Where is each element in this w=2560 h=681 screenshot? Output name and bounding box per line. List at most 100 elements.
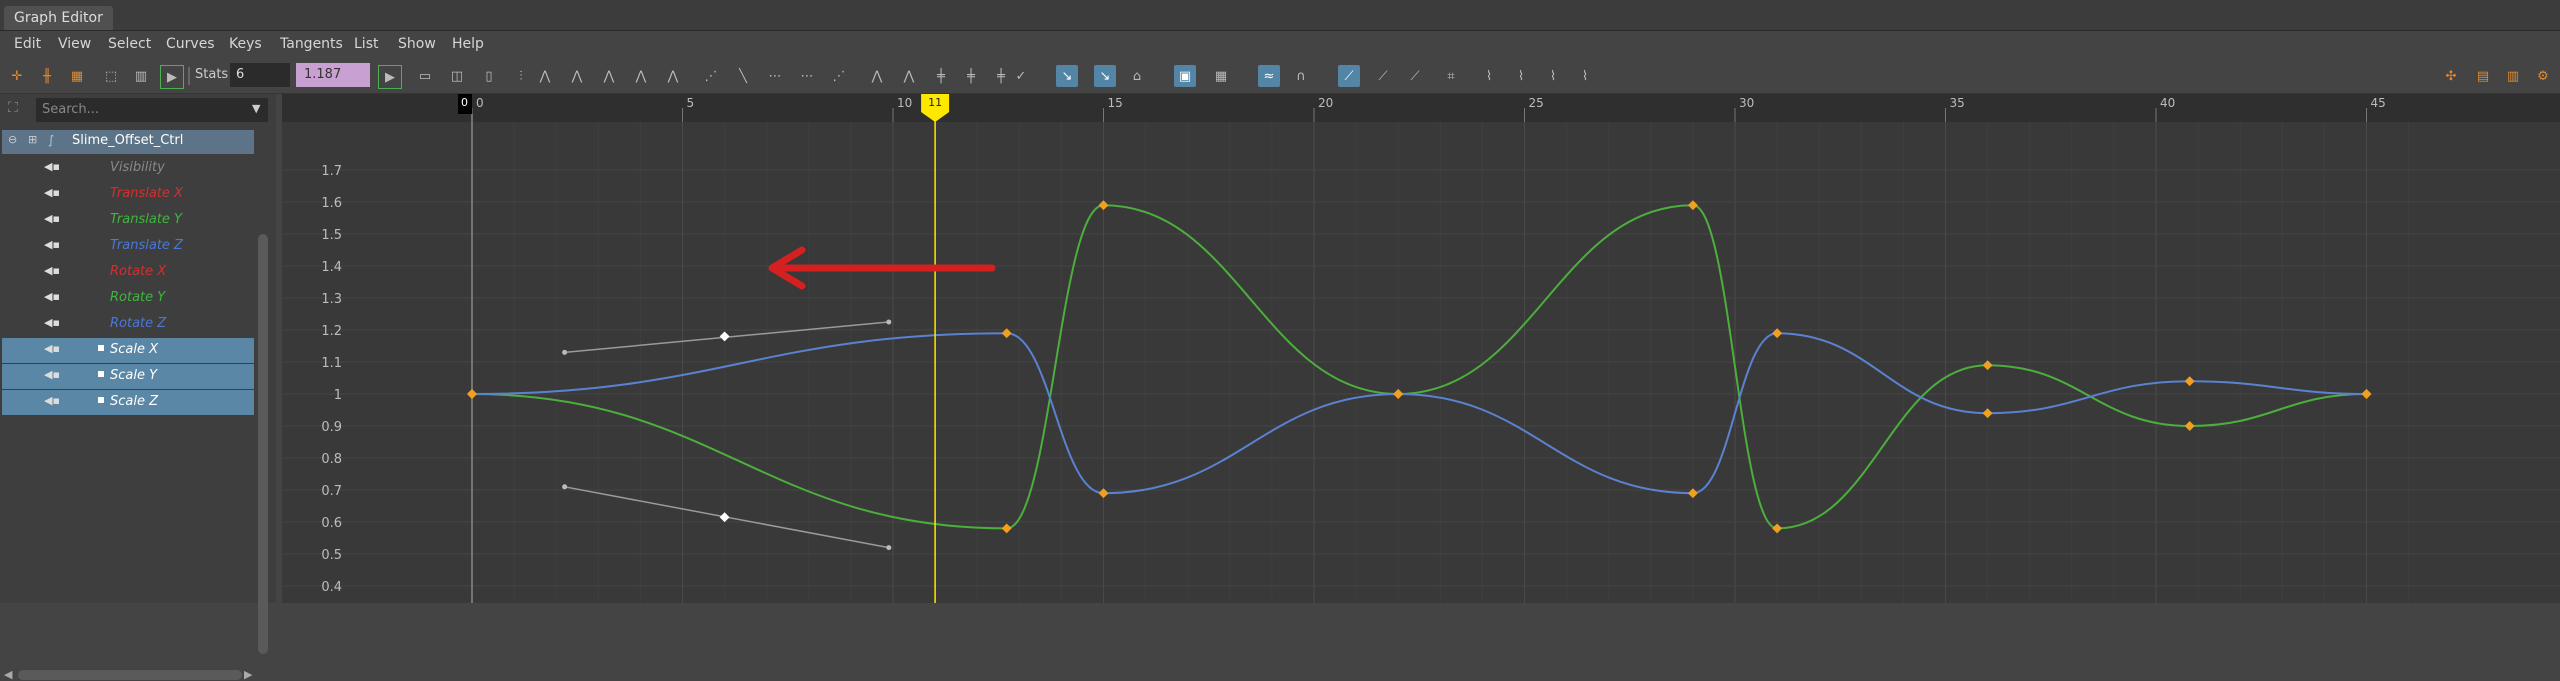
- search-dropdown-icon[interactable]: ▼: [252, 102, 260, 115]
- tangent-clamped-icon[interactable]: ⋀: [598, 65, 620, 87]
- key-channel-icon: ◀▪: [44, 394, 60, 407]
- outliner-icon[interactable]: ▤: [2472, 65, 2494, 87]
- play-icon[interactable]: ▶: [160, 65, 184, 89]
- menu-curves[interactable]: Curves: [166, 36, 215, 52]
- menu-keys[interactable]: Keys: [229, 36, 262, 52]
- key-channel-icon: ◀▪: [44, 316, 60, 329]
- key-value-field[interactable]: 1.187: [296, 63, 370, 87]
- attribute-row[interactable]: ◀▪ Rotate Z: [2, 312, 254, 337]
- tangent-plateau-icon[interactable]: ╲: [732, 65, 754, 87]
- keyframe: [467, 389, 477, 399]
- frame-selection-icon[interactable]: ◫: [446, 65, 468, 87]
- retime-icon[interactable]: ▥: [130, 65, 152, 87]
- select-curve-icon[interactable]: ⟋: [1338, 65, 1360, 87]
- attribute-row[interactable]: ◀▪ Visibility: [2, 156, 254, 181]
- time-snap-icon[interactable]: ╪: [930, 65, 952, 87]
- tangent-step-icon[interactable]: ⋰: [700, 65, 722, 87]
- graph-view[interactable]: 1.7 1.6 1.5 1.4 1.3 1.2 1.1 1 0.9 0.8 0.7 0.6 0.5 0.4…: [282, 94, 2560, 603]
- search-input[interactable]: Search...: [36, 98, 268, 122]
- attribute-row[interactable]: ◀▪ Scale Y: [2, 364, 254, 389]
- region-icon[interactable]: ⬚: [100, 65, 122, 87]
- keyframe: [1001, 523, 1012, 534]
- value-tick-label: 1.1: [321, 356, 342, 371]
- magnet-icon[interactable]: ∩: [1290, 65, 1312, 87]
- auto-tangent-icon[interactable]: ⋀: [866, 65, 888, 87]
- buffer-icon[interactable]: ╪: [990, 65, 1012, 87]
- tangent-handle-end: [886, 545, 892, 551]
- lattice-icon[interactable]: ▦: [66, 65, 88, 87]
- scroll-right-icon[interactable]: ▶: [244, 668, 252, 681]
- free-tangent-icon[interactable]: ⋰: [828, 65, 850, 87]
- stacked-view-icon[interactable]: ▣: [1174, 65, 1196, 87]
- value-tick-label: 1.4: [321, 260, 342, 275]
- frame-tick-label: 35: [1950, 96, 1965, 110]
- outliner-vertical-scrollbar[interactable]: [258, 234, 268, 654]
- attribute-row[interactable]: ◀▪ Translate Z: [2, 234, 254, 259]
- menu-help[interactable]: Help: [452, 36, 484, 52]
- value-tick-label: 0.6: [321, 516, 342, 531]
- curve-icon[interactable]: ✓: [1010, 65, 1032, 87]
- expand-icon[interactable]: ⊞: [28, 133, 37, 146]
- break-tangents-icon[interactable]: ⋯: [764, 65, 786, 87]
- menu-bar: Edit View Select Curves Keys Tangents Li…: [0, 31, 2560, 59]
- outliner-horizontal-scrollbar[interactable]: [18, 670, 242, 680]
- menu-select[interactable]: Select: [108, 36, 151, 52]
- stats-field[interactable]: 6: [230, 63, 290, 87]
- attribute-row[interactable]: ◀▪ Rotate Y: [2, 286, 254, 311]
- post-infinity-icon[interactable]: ↘: [1094, 65, 1116, 87]
- unify-tangents-icon[interactable]: ⋯: [796, 65, 818, 87]
- center-icon[interactable]: ⫶: [510, 65, 532, 87]
- keyframe: [1982, 408, 1993, 419]
- tangent-handle-end: [562, 349, 568, 355]
- normalize-icon[interactable]: ▦: [1210, 65, 1232, 87]
- tangent-flat-icon[interactable]: ⋀: [662, 65, 684, 87]
- settings-icon[interactable]: ⚙: [2532, 65, 2554, 87]
- insert-key-icon[interactable]: ╫: [36, 65, 58, 87]
- attribute-row[interactable]: ◀▪ Rotate X: [2, 260, 254, 285]
- graph-view-icon[interactable]: ⟋: [1372, 65, 1394, 87]
- menu-edit[interactable]: Edit: [14, 36, 41, 52]
- outliner-node-row[interactable]: ⊖ ⊞ ∫ Slime_Offset_Ctrl: [2, 130, 254, 154]
- window-title-tab[interactable]: Graph Editor: [4, 6, 113, 30]
- value-snap-icon[interactable]: ╪: [960, 65, 982, 87]
- curve-c-icon[interactable]: ⌇: [1542, 65, 1564, 87]
- filter-icon[interactable]: ⛶: [8, 100, 26, 118]
- attribute-row[interactable]: ◀▪ Translate Y: [2, 208, 254, 233]
- curve-b-icon[interactable]: ⌇: [1510, 65, 1532, 87]
- show-buffer-icon[interactable]: ≈: [1258, 65, 1280, 87]
- move-view-icon[interactable]: ✣: [2440, 65, 2462, 87]
- key-channel-icon: ◀▪: [44, 368, 60, 381]
- dim-curve-icon[interactable]: ⌗: [1440, 65, 1462, 87]
- menu-show[interactable]: Show: [398, 36, 436, 52]
- attribute-label: Translate Y: [110, 212, 183, 227]
- menu-list[interactable]: List: [354, 36, 378, 52]
- lock-icon[interactable]: ⌂: [1126, 65, 1148, 87]
- start-frame-label: 0: [461, 96, 468, 109]
- graph-panel-icon[interactable]: ▥: [2502, 65, 2524, 87]
- curve-d-icon[interactable]: ⌇: [1574, 65, 1596, 87]
- key-channel-icon: ◀▪: [44, 290, 60, 303]
- auto-tangent-2-icon[interactable]: ⋀: [898, 65, 920, 87]
- tangent-spline-icon[interactable]: ⋀: [566, 65, 588, 87]
- scale-view-icon[interactable]: ⟋: [1404, 65, 1426, 87]
- scroll-left-icon[interactable]: ◀: [4, 668, 12, 681]
- pre-infinity-icon[interactable]: ↘: [1056, 65, 1078, 87]
- attribute-row[interactable]: ◀▪ Scale Z: [2, 390, 254, 415]
- menu-view[interactable]: View: [58, 36, 91, 52]
- tangent-auto-icon[interactable]: ⋀: [534, 65, 556, 87]
- attribute-row[interactable]: ◀▪ Scale X: [2, 338, 254, 363]
- move-key-icon[interactable]: ✛: [6, 65, 28, 87]
- graph-canvas[interactable]: 1.7 1.6 1.5 1.4 1.3 1.2 1.1 1 0.9 0.8 0.7 0.6 0.5 0.4…: [282, 94, 2560, 603]
- tangent-linear-icon[interactable]: ⋀: [630, 65, 652, 87]
- attribute-row[interactable]: ◀▪ Translate X: [2, 182, 254, 207]
- curve-a-icon[interactable]: ⌇: [1478, 65, 1500, 87]
- collapse-icon[interactable]: ⊖: [8, 133, 17, 146]
- menu-tangents[interactable]: Tangents: [280, 36, 343, 52]
- selected-bullet: [98, 397, 104, 403]
- frame-playback-icon[interactable]: ▯: [478, 65, 500, 87]
- frame-all-icon[interactable]: ▭: [414, 65, 436, 87]
- step-icon[interactable]: ▶: [378, 65, 402, 89]
- value-tick-label: 0.4: [321, 580, 342, 595]
- key-channel-icon: ◀▪: [44, 238, 60, 251]
- frame-tick-label: 15: [1108, 96, 1123, 110]
